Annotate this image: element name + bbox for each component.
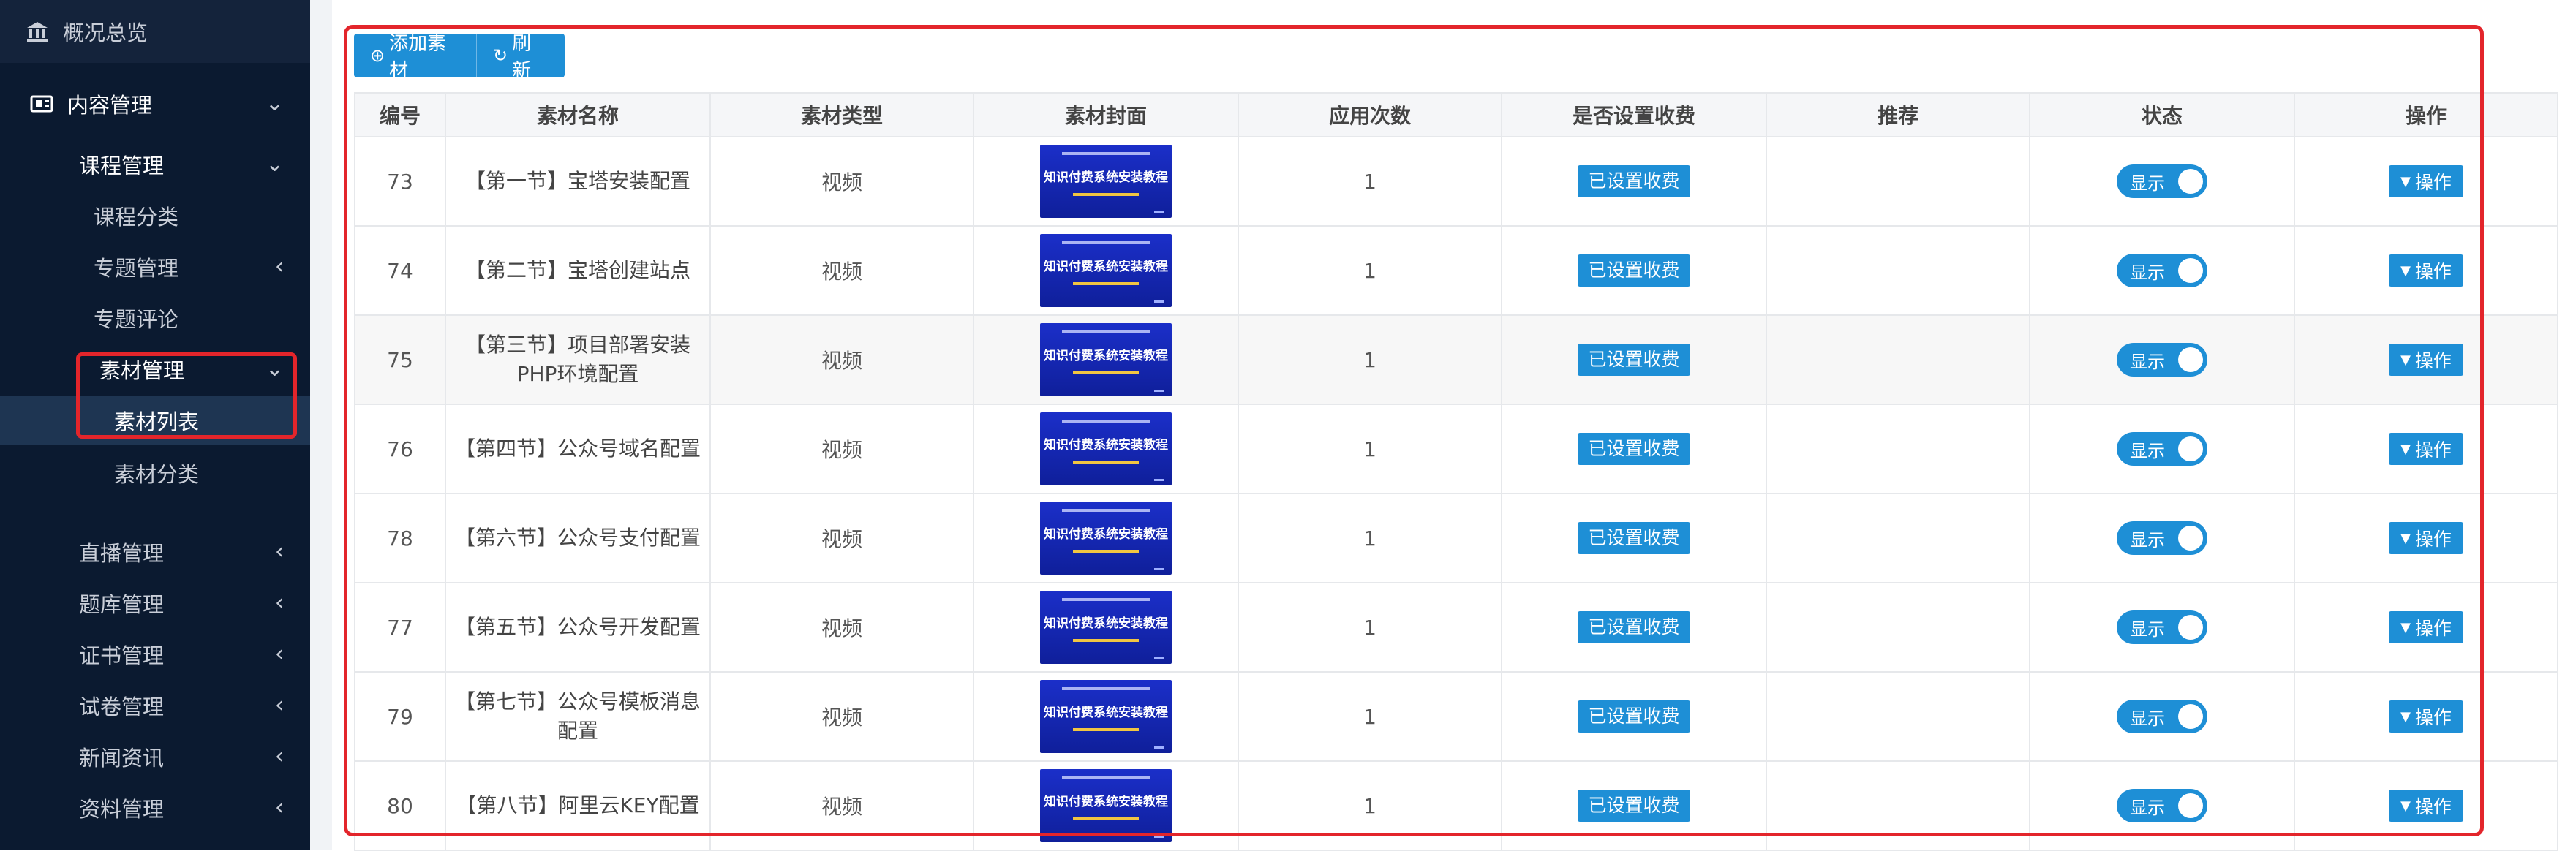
- content-gutter: [310, 0, 332, 850]
- content-icon: [29, 91, 54, 116]
- sidebar-item-label: 专题评论: [94, 307, 179, 332]
- highlight-box: [344, 25, 2484, 836]
- chevron-down-icon: ⌄: [265, 151, 284, 177]
- sidebar-item-overview[interactable]: 概况总览: [0, 0, 310, 63]
- chevron-left-icon: ‹: [275, 641, 284, 667]
- sidebar-item-label: 课程分类: [94, 205, 179, 230]
- sidebar-item-label: 资料管理: [79, 797, 165, 822]
- sidebar-item-label: 题库管理: [79, 592, 165, 617]
- sidebar-item-label: 试卷管理: [79, 695, 165, 719]
- sidebar-item-label: 证书管理: [79, 643, 165, 668]
- sidebar-item-topic-comment[interactable]: 专题评论: [0, 292, 310, 344]
- sidebar-item-label: 直播管理: [79, 541, 165, 566]
- chevron-left-icon: ‹: [275, 744, 284, 769]
- sidebar: 概况总览 内容管理 ⌄ 课程管理 ⌄ 课程分类 专题管理 ‹ 专题评论 素材管理…: [0, 0, 310, 850]
- sidebar-item-label: 专题管理: [94, 256, 179, 281]
- sidebar-item-resources[interactable]: 资料管理 ‹: [0, 782, 310, 833]
- sidebar-item-news[interactable]: 新闻资讯 ‹: [0, 731, 310, 782]
- sidebar-item-label: 课程管理: [79, 154, 165, 178]
- sidebar-item-label: 素材分类: [114, 462, 200, 487]
- sidebar-item-course-category[interactable]: 课程分类: [0, 190, 310, 241]
- chevron-left-icon: ‹: [275, 795, 284, 820]
- sidebar-item-live[interactable]: 直播管理 ‹: [0, 526, 310, 578]
- chevron-left-icon: ‹: [275, 692, 284, 718]
- chevron-down-icon: ⌄: [265, 91, 284, 116]
- sidebar-item-certificate[interactable]: 证书管理 ‹: [0, 629, 310, 680]
- bank-icon: [25, 19, 50, 44]
- chevron-left-icon: ‹: [275, 590, 284, 616]
- chevron-left-icon: ‹: [275, 539, 284, 564]
- sidebar-item-course[interactable]: 课程管理 ⌄: [0, 139, 310, 190]
- sidebar-item-topic[interactable]: 专题管理 ‹: [0, 241, 310, 292]
- chevron-left-icon: ‹: [275, 254, 284, 279]
- sidebar-item-exam-paper[interactable]: 试卷管理 ‹: [0, 680, 310, 731]
- sidebar-item-label: 概况总览: [63, 20, 148, 45]
- sidebar-item-content[interactable]: 内容管理 ⌄: [0, 73, 310, 135]
- sidebar-item-label: 内容管理: [67, 93, 153, 118]
- sidebar-item-label: 新闻资讯: [79, 746, 165, 771]
- sidebar-item-question-bank[interactable]: 题库管理 ‹: [0, 578, 310, 629]
- highlight-box: [76, 352, 297, 439]
- sidebar-item-material-category[interactable]: 素材分类: [0, 447, 310, 499]
